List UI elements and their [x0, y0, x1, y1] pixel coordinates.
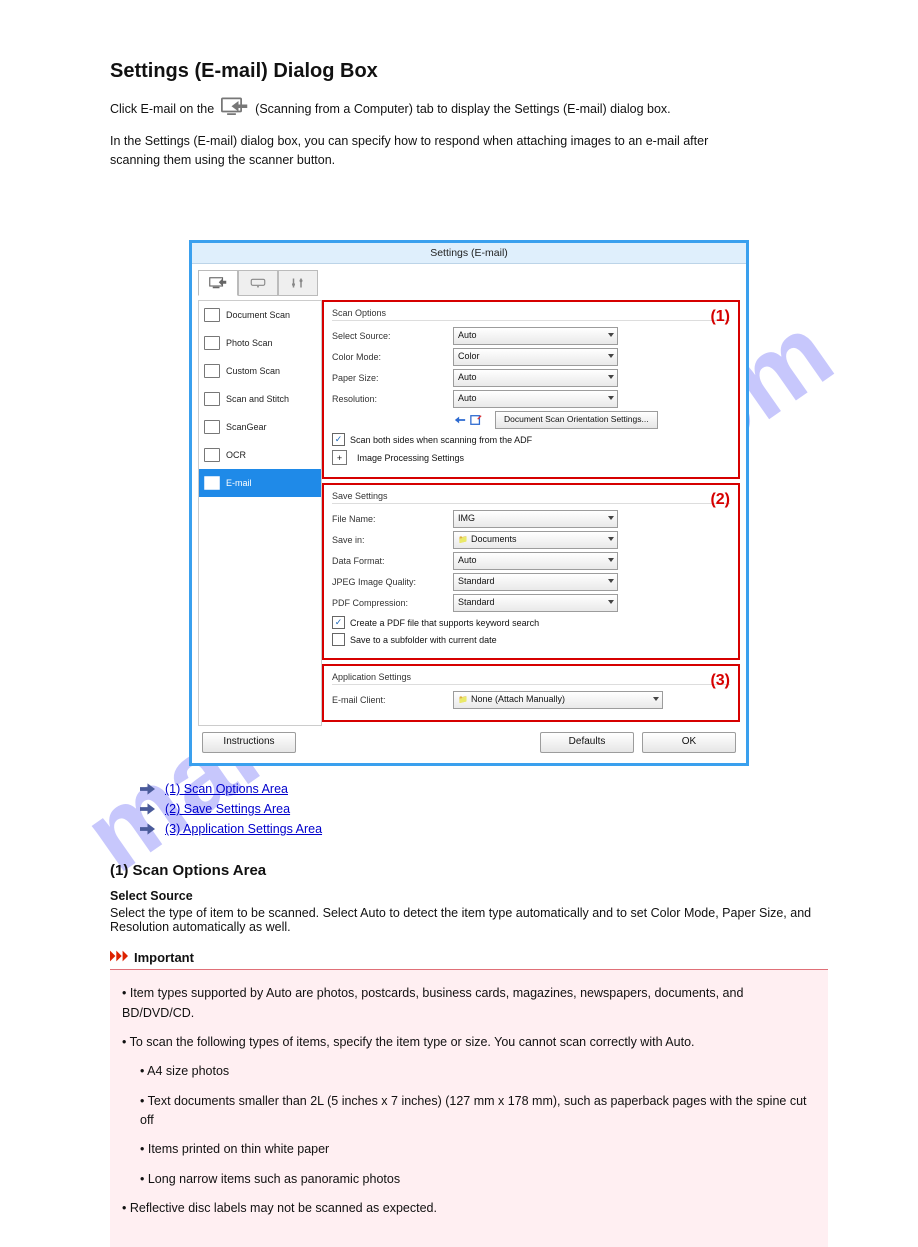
important-heading: Important [110, 950, 828, 965]
link-save-settings[interactable]: (2) Save Settings Area [165, 802, 290, 816]
adf-both-sides-checkbox[interactable] [332, 433, 345, 446]
arrow-right-icon [140, 783, 155, 795]
save-settings-group: (2) Save Settings File Name: IMG Save in:… [322, 483, 740, 660]
intro-paragraph: Click E-mail on the (Scanning from a Com… [110, 97, 750, 119]
application-settings-legend: Application Settings [332, 672, 730, 685]
tab-general-settings[interactable] [278, 270, 318, 296]
data-format-dropdown[interactable]: Auto [453, 552, 618, 570]
monitor-arrow-icon [221, 97, 249, 119]
ok-button[interactable]: OK [642, 732, 736, 753]
orientation-settings-button[interactable]: Document Scan Orientation Settings... [495, 411, 658, 429]
color-mode-dropdown[interactable]: Color [453, 348, 618, 366]
intro-paragraph-2: In the Settings (E-mail) dialog box, you… [110, 132, 750, 171]
tab-scan-from-panel[interactable] [238, 270, 278, 296]
paper-size-dropdown[interactable]: Auto [453, 369, 618, 387]
pdf-compression-dropdown[interactable]: Standard [453, 594, 618, 612]
sidebar-item-scangear[interactable]: ScanGear [199, 413, 321, 441]
important-note-box: • Item types supported by Auto are photo… [110, 969, 828, 1246]
file-name-label: File Name: [332, 514, 447, 524]
sidebar: Document Scan Photo Scan Custom Scan Sca… [198, 300, 322, 726]
tab-scan-from-computer[interactable] [198, 270, 238, 296]
save-settings-legend: Save Settings [332, 491, 730, 504]
email-client-dropdown[interactable]: None (Attach Manually) [453, 691, 663, 709]
color-mode-label: Color Mode: [332, 352, 447, 362]
data-format-label: Data Format: [332, 556, 447, 566]
link-scan-options[interactable]: (1) Scan Options Area [165, 782, 288, 796]
sidebar-item-photo-scan[interactable]: Photo Scan [199, 329, 321, 357]
link-application-settings[interactable]: (3) Application Settings Area [165, 822, 322, 836]
subfolder-date-checkbox[interactable] [332, 633, 345, 646]
scan-options-legend: Scan Options [332, 308, 730, 321]
scan-options-area-heading: (1) Scan Options Area [110, 862, 828, 879]
image-processing-expand[interactable]: + [332, 450, 347, 465]
pdf-compression-label: PDF Compression: [332, 598, 447, 608]
scan-options-group: (1) Scan Options Select Source: Auto Colo… [322, 300, 740, 479]
marker-1: (1) [710, 308, 730, 326]
pdf-keyword-checkbox[interactable] [332, 616, 345, 629]
sidebar-item-ocr[interactable]: OCR [199, 441, 321, 469]
adf-both-sides-label: Scan both sides when scanning from the A… [350, 435, 532, 445]
page-title: Settings (E-mail) Dialog Box [110, 60, 828, 83]
marker-3: (3) [710, 672, 730, 690]
application-settings-group: (3) Application Settings E-mail Client: N… [322, 664, 740, 722]
settings-dialog-screenshot: Settings (E-mail) Document Scan Photo Sc… [189, 240, 749, 766]
arrow-right-icon [140, 803, 155, 815]
image-processing-label: Image Processing Settings [357, 453, 464, 463]
select-source-description: Select the type of item to be scanned. S… [110, 906, 828, 934]
sidebar-item-email[interactable]: E-mail [199, 469, 321, 497]
sidebar-item-document-scan[interactable]: Document Scan [199, 301, 321, 329]
select-source-dropdown[interactable]: Auto [453, 327, 618, 345]
subfolder-date-label: Save to a subfolder with current date [350, 635, 497, 645]
jpeg-quality-dropdown[interactable]: Standard [453, 573, 618, 591]
arrow-right-icon [140, 823, 155, 835]
save-in-label: Save in: [332, 535, 447, 545]
resolution-dropdown[interactable]: Auto [453, 390, 618, 408]
file-name-dropdown[interactable]: IMG [453, 510, 618, 528]
orientation-icons [453, 414, 483, 426]
section-links: (1) Scan Options Area (2) Save Settings … [140, 782, 828, 836]
save-in-dropdown[interactable]: Documents [453, 531, 618, 549]
email-client-label: E-mail Client: [332, 695, 447, 705]
select-source-heading: Select Source [110, 889, 828, 903]
paper-size-label: Paper Size: [332, 373, 447, 383]
sidebar-item-custom-scan[interactable]: Custom Scan [199, 357, 321, 385]
marker-2: (2) [710, 491, 730, 509]
sidebar-item-scan-and-stitch[interactable]: Scan and Stitch [199, 385, 321, 413]
instructions-button[interactable]: Instructions [202, 732, 296, 753]
window-title-bar: Settings (E-mail) [192, 243, 746, 264]
select-source-label: Select Source: [332, 331, 447, 341]
resolution-label: Resolution: [332, 394, 447, 404]
defaults-button[interactable]: Defaults [540, 732, 634, 753]
jpeg-quality-label: JPEG Image Quality: [332, 577, 447, 587]
pdf-keyword-label: Create a PDF file that supports keyword … [350, 618, 539, 628]
chevrons-right-icon [110, 950, 128, 965]
